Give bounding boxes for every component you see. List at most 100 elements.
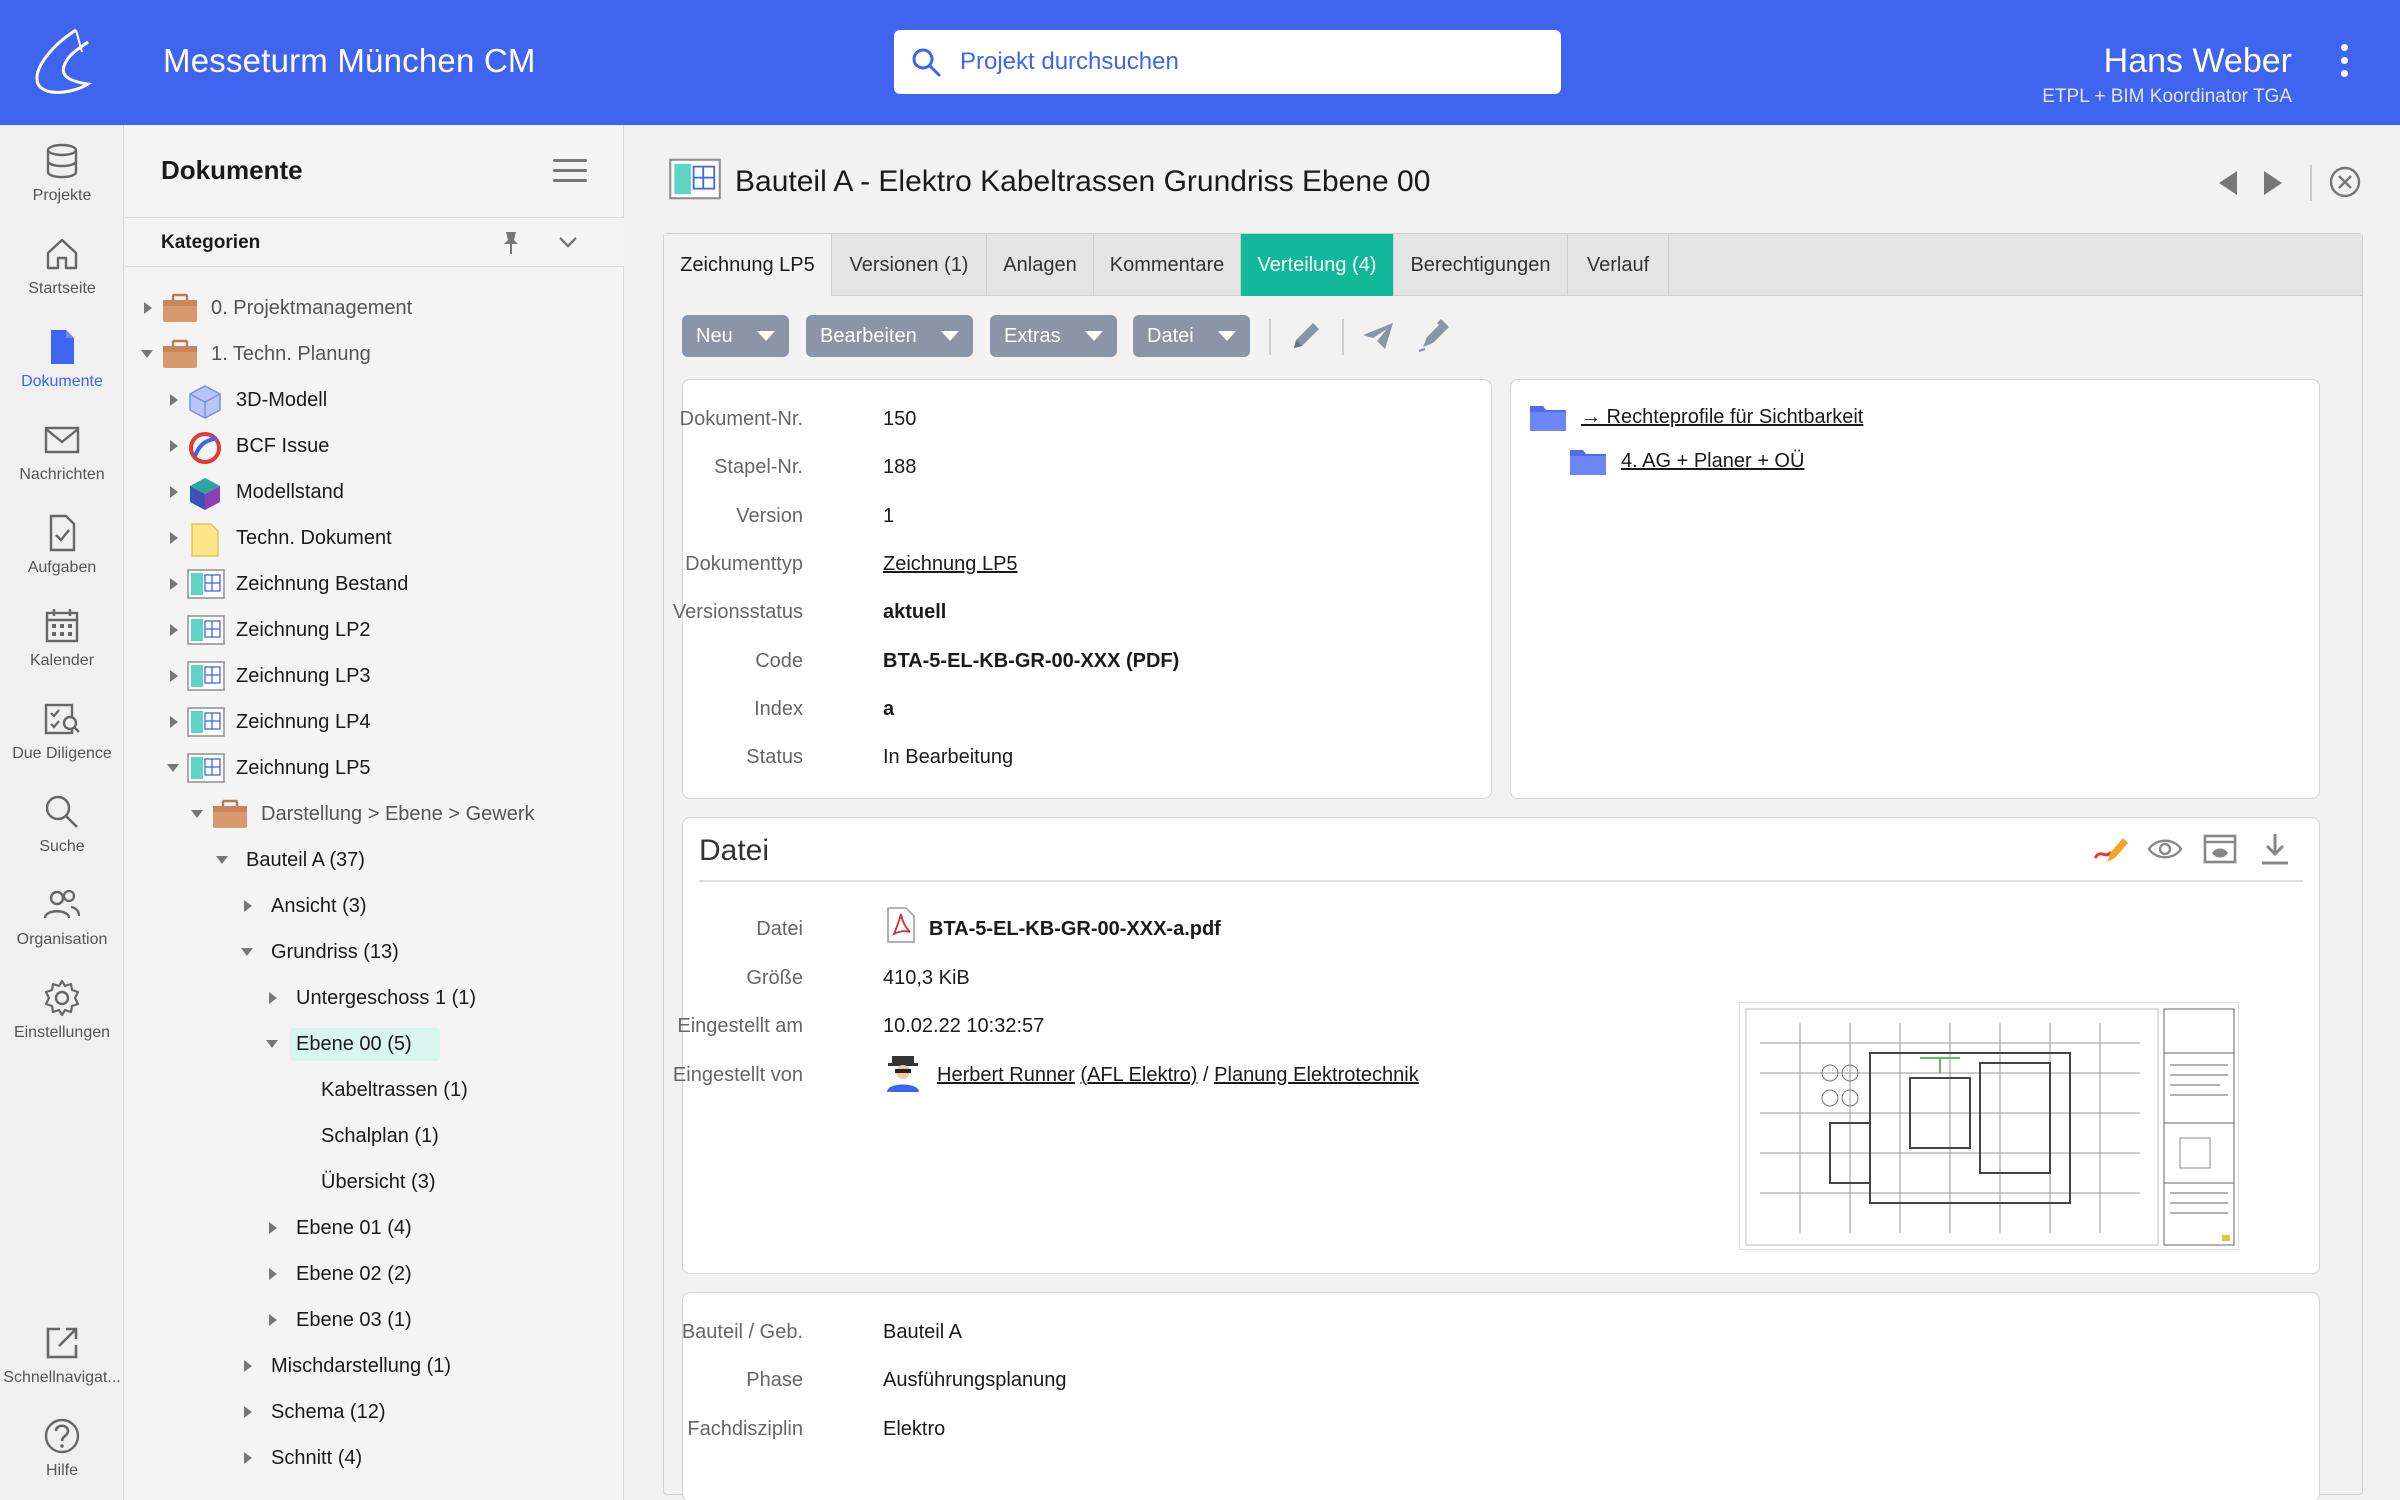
collapse-icon[interactable] bbox=[266, 1040, 278, 1048]
expand-icon[interactable] bbox=[170, 532, 178, 544]
expand-icon[interactable] bbox=[170, 440, 178, 452]
tree-item[interactable]: Zeichnung LP2 bbox=[125, 607, 624, 653]
expand-icon[interactable] bbox=[244, 1406, 252, 1418]
tree-item-selected[interactable]: Ebene 00 (5) bbox=[125, 1021, 624, 1067]
tab-kommentare[interactable]: Kommentare bbox=[1094, 234, 1241, 296]
tab-zeichnung-lp5[interactable]: Zeichnung LP5 bbox=[664, 234, 832, 296]
preview-window-icon[interactable] bbox=[2201, 832, 2239, 866]
nav-startseite[interactable]: Startseite bbox=[0, 222, 124, 312]
nav-organisation[interactable]: Organisation bbox=[0, 873, 124, 963]
nav-aufgaben[interactable]: Aufgaben bbox=[0, 501, 124, 591]
expand-icon[interactable] bbox=[144, 302, 152, 314]
annotate-pen-icon[interactable] bbox=[2091, 832, 2131, 866]
tree-item[interactable]: Zeichnung Bestand bbox=[125, 561, 624, 607]
expand-icon[interactable] bbox=[170, 716, 178, 728]
tree-item[interactable]: Mischdarstellung (1) bbox=[125, 1343, 624, 1389]
rights-profile-link[interactable]: → Rechteprofile für Sichtbarkeit bbox=[1581, 406, 1863, 429]
more-menu-icon[interactable] bbox=[2334, 44, 2354, 82]
tree-item[interactable]: Zeichnung LP3 bbox=[125, 653, 624, 699]
tree-item[interactable]: Grundriss (13) bbox=[125, 929, 624, 975]
tree-item[interactable]: Ebene 03 (1) bbox=[125, 1297, 624, 1343]
sign-pen-icon[interactable] bbox=[1415, 317, 1453, 355]
expand-icon[interactable] bbox=[170, 394, 178, 406]
tab-anlagen[interactable]: Anlagen bbox=[987, 234, 1094, 296]
drawing-thumbnail[interactable] bbox=[1739, 1002, 2239, 1250]
expand-icon[interactable] bbox=[269, 1268, 277, 1280]
next-icon[interactable] bbox=[2260, 169, 2286, 197]
pin-icon[interactable] bbox=[500, 230, 522, 256]
tree-item[interactable]: 0. Projektmanagement bbox=[125, 285, 624, 331]
tree-item[interactable]: Ansicht (3) bbox=[125, 883, 624, 929]
download-icon[interactable] bbox=[2256, 832, 2294, 866]
rights-group-link[interactable]: 4. AG + Planer + OÜ bbox=[1621, 450, 1804, 473]
collapse-icon[interactable] bbox=[167, 764, 179, 772]
tree-item[interactable]: Übersicht (3) bbox=[125, 1159, 624, 1205]
expand-icon[interactable] bbox=[170, 670, 178, 682]
expand-icon[interactable] bbox=[269, 992, 277, 1004]
collapse-icon[interactable] bbox=[191, 810, 203, 818]
tree-item[interactable]: Modellstand bbox=[125, 469, 624, 515]
menu-icon[interactable] bbox=[553, 159, 587, 183]
tab-berechtigungen[interactable]: Berechtigungen bbox=[1394, 234, 1568, 296]
nav-kalender[interactable]: Kalender bbox=[0, 594, 124, 684]
pencil-icon[interactable] bbox=[1287, 317, 1325, 355]
tree-item[interactable]: Kabeltrassen (1) bbox=[125, 1067, 624, 1113]
tree-item[interactable]: Bauteil A (37) bbox=[125, 837, 624, 883]
eye-icon[interactable] bbox=[2146, 832, 2184, 866]
group-link[interactable]: Planung Elektrotechnik bbox=[1214, 1064, 1419, 1086]
expand-icon[interactable] bbox=[269, 1314, 277, 1326]
tree-item[interactable]: Schnitt (4) bbox=[125, 1435, 624, 1481]
user-name[interactable]: Hans Weber bbox=[2104, 42, 2292, 81]
expand-icon[interactable] bbox=[170, 486, 178, 498]
tab-versionen[interactable]: Versionen (1) bbox=[832, 234, 987, 296]
document-type-link[interactable]: Zeichnung LP5 bbox=[883, 553, 1018, 576]
app-logo[interactable] bbox=[24, 22, 100, 102]
folder-icon bbox=[1530, 406, 1566, 431]
tree-item[interactable]: Ebene 01 (4) bbox=[125, 1205, 624, 1251]
tree-item[interactable]: 3D-Modell bbox=[125, 377, 624, 423]
divider bbox=[699, 880, 2303, 882]
person-link[interactable]: Herbert Runner bbox=[937, 1064, 1075, 1086]
tree-item[interactable]: Schalplan (1) bbox=[125, 1113, 624, 1159]
project-search[interactable] bbox=[894, 30, 1561, 94]
collapse-icon[interactable] bbox=[141, 350, 153, 358]
neu-dropdown-button[interactable]: Neu bbox=[682, 315, 789, 357]
nav-projekte[interactable]: Projekte bbox=[0, 129, 124, 219]
extras-dropdown-button[interactable]: Extras bbox=[990, 315, 1117, 357]
tree-item[interactable]: Techn. Dokument bbox=[125, 515, 624, 561]
previous-icon[interactable] bbox=[2215, 169, 2241, 197]
tab-verteilung[interactable]: Verteilung (4) bbox=[1241, 234, 1394, 296]
expand-icon[interactable] bbox=[170, 578, 178, 590]
nav-hilfe[interactable]: Hilfe bbox=[0, 1404, 124, 1494]
expand-icon[interactable] bbox=[244, 1360, 252, 1372]
company-link[interactable]: (AFL Elektro) bbox=[1080, 1064, 1197, 1086]
tree-item[interactable]: Darstellung > Ebene > Gewerk bbox=[125, 791, 624, 837]
bearbeiten-dropdown-button[interactable]: Bearbeiten bbox=[806, 315, 973, 357]
expand-icon[interactable] bbox=[244, 900, 252, 912]
nav-einstellungen[interactable]: Einstellungen bbox=[0, 966, 124, 1056]
tree-item[interactable]: 1. Techn. Planung bbox=[125, 331, 624, 377]
search-input[interactable] bbox=[960, 30, 1540, 94]
expand-icon[interactable] bbox=[269, 1222, 277, 1234]
send-icon[interactable] bbox=[1359, 317, 1397, 355]
file-name-link[interactable]: BTA-5-EL-KB-GR-00-XXX-a.pdf bbox=[929, 918, 1221, 941]
nav-dokumente[interactable]: Dokumente bbox=[0, 315, 124, 405]
nav-nachrichten[interactable]: Nachrichten bbox=[0, 408, 124, 498]
tree-item[interactable]: Schema (12) bbox=[125, 1389, 624, 1435]
close-icon[interactable] bbox=[2328, 165, 2362, 199]
chevron-down-icon[interactable] bbox=[557, 234, 579, 250]
tree-item[interactable]: BCF Issue bbox=[125, 423, 624, 469]
tab-verlauf[interactable]: Verlauf bbox=[1568, 234, 1669, 296]
tree-item[interactable]: Ebene 02 (2) bbox=[125, 1251, 624, 1297]
expand-icon[interactable] bbox=[244, 1452, 252, 1464]
datei-dropdown-button[interactable]: Datei bbox=[1133, 315, 1250, 357]
nav-suche[interactable]: Suche bbox=[0, 780, 124, 870]
expand-icon[interactable] bbox=[170, 624, 178, 636]
tree-item[interactable]: Zeichnung LP4 bbox=[125, 699, 624, 745]
nav-schnellnavigation[interactable]: Schnellnavigat... bbox=[0, 1311, 124, 1401]
collapse-icon[interactable] bbox=[216, 856, 228, 864]
tree-item[interactable]: Zeichnung LP5 bbox=[125, 745, 624, 791]
collapse-icon[interactable] bbox=[241, 948, 253, 956]
nav-due-diligence[interactable]: Due Diligence bbox=[0, 687, 124, 777]
tree-item[interactable]: Untergeschoss 1 (1) bbox=[125, 975, 624, 1021]
